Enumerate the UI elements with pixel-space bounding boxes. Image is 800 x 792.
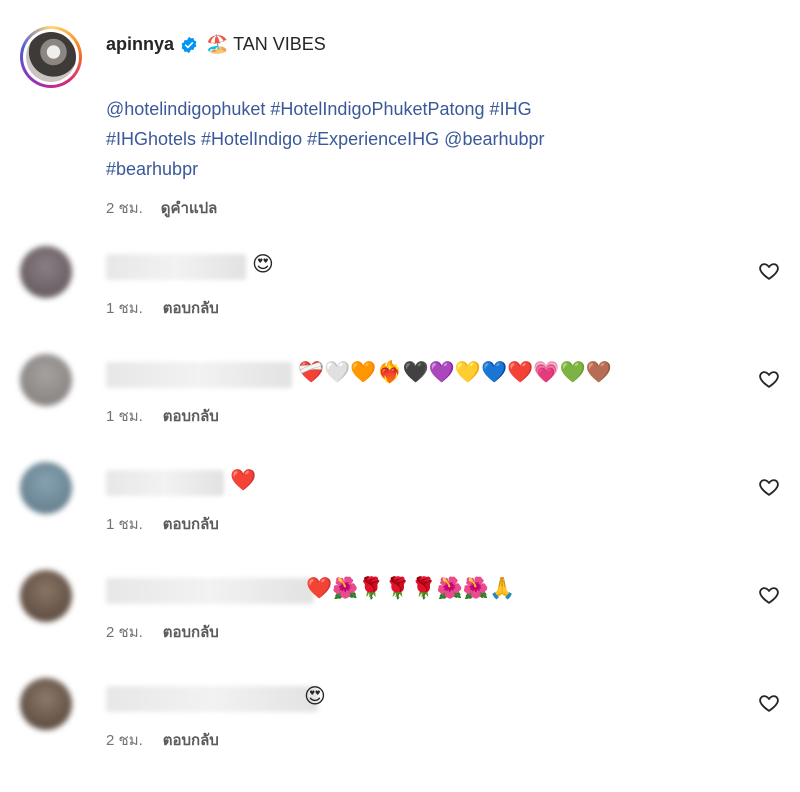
comment-item: 😍 1 ชม. ตอบกลับ xyxy=(20,246,780,336)
post-meta: 2 ชม. ดูคำแปล xyxy=(106,196,217,220)
reply-button[interactable]: ตอบกลับ xyxy=(163,296,219,320)
commenter-avatar[interactable] xyxy=(20,678,72,730)
author-avatar[interactable] xyxy=(20,26,82,88)
verified-badge-icon xyxy=(181,36,197,53)
comment-item: ❤️ 1 ชม. ตอบกลับ xyxy=(20,462,780,552)
comment-meta: 2 ชม. ตอบกลับ xyxy=(106,728,219,752)
comment-meta: 2 ชม. ตอบกลับ xyxy=(106,620,219,644)
comment-text: 😍 xyxy=(252,252,274,276)
comment-time[interactable]: 1 ชม. xyxy=(106,512,143,536)
commenter-avatar[interactable] xyxy=(20,246,72,298)
comment-item: ❤️‍🩹🤍🧡❤️‍🔥🖤💜💛💙❤️💗💚🤎 1 ชม. ตอบกลับ xyxy=(20,354,780,444)
commenter-avatar[interactable] xyxy=(20,462,72,514)
caption-line[interactable]: #bearhubpr xyxy=(106,154,706,184)
comment-meta: 1 ชม. ตอบกลับ xyxy=(106,512,219,536)
comment-text: ❤️‍🩹🤍🧡❤️‍🔥🖤💜💛💙❤️💗💚🤎 xyxy=(298,360,612,384)
commenter-avatar[interactable] xyxy=(20,570,72,622)
comment-time[interactable]: 2 ชม. xyxy=(106,620,143,644)
heart-outline-icon[interactable] xyxy=(758,692,780,714)
commenter-username-blurred[interactable] xyxy=(106,254,246,280)
post-time[interactable]: 2 ชม. xyxy=(106,196,143,220)
comment-time[interactable]: 1 ชม. xyxy=(106,404,143,428)
comment-meta: 1 ชม. ตอบกลับ xyxy=(106,404,219,428)
commenter-username-blurred[interactable] xyxy=(106,362,292,388)
comment-item: 😍 2 ชม. ตอบกลับ xyxy=(20,678,780,768)
reply-button[interactable]: ตอบกลับ xyxy=(163,728,219,752)
post-header: apinnya 🏖️ TAN VIBES xyxy=(106,34,326,55)
post-header-text: 🏖️ TAN VIBES xyxy=(206,34,326,54)
heart-outline-icon[interactable] xyxy=(758,260,780,282)
comment-text: 😍 xyxy=(304,684,326,708)
avatar-photo xyxy=(26,32,76,82)
comment-text: ❤️ xyxy=(230,468,257,492)
comment-meta: 1 ชม. ตอบกลับ xyxy=(106,296,219,320)
heart-outline-icon[interactable] xyxy=(758,476,780,498)
comment-item: ❤️🌺🌹🌹🌹🌺🌺🙏 2 ชม. ตอบกลับ xyxy=(20,570,780,660)
see-translation-button[interactable]: ดูคำแปล xyxy=(161,196,218,220)
caption-line[interactable]: #IHGhotels #HotelIndigo #ExperienceIHG @… xyxy=(106,124,706,154)
caption-text: @hotelindigophuket #HotelIndigoPhuketPat… xyxy=(106,94,706,184)
reply-button[interactable]: ตอบกลับ xyxy=(163,404,219,428)
heart-outline-icon[interactable] xyxy=(758,584,780,606)
commenter-username-blurred[interactable] xyxy=(106,686,318,712)
commenter-username-blurred[interactable] xyxy=(106,470,224,496)
comment-text: ❤️🌺🌹🌹🌹🌺🌺🙏 xyxy=(306,576,516,600)
commenter-username-blurred[interactable] xyxy=(106,578,314,604)
comment-time[interactable]: 2 ชม. xyxy=(106,728,143,752)
caption-line[interactable]: @hotelindigophuket #HotelIndigoPhuketPat… xyxy=(106,94,706,124)
commenter-avatar[interactable] xyxy=(20,354,72,406)
reply-button[interactable]: ตอบกลับ xyxy=(163,620,219,644)
comment-time[interactable]: 1 ชม. xyxy=(106,296,143,320)
reply-button[interactable]: ตอบกลับ xyxy=(163,512,219,536)
author-username[interactable]: apinnya xyxy=(106,34,174,55)
heart-outline-icon[interactable] xyxy=(758,368,780,390)
